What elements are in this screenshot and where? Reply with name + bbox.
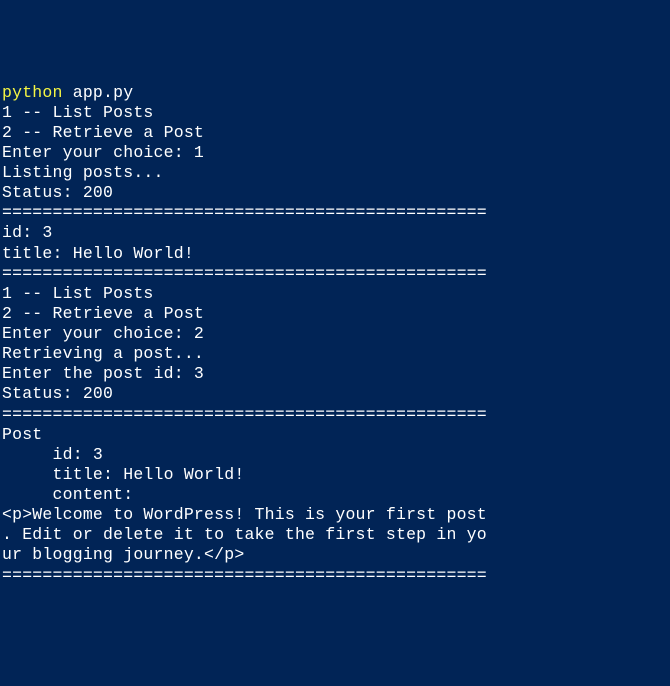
menu-option-2: 2 -- Retrieve a Post xyxy=(2,304,670,324)
post-detail-id: id: 3 xyxy=(2,445,670,465)
command-line: python app.py xyxy=(2,83,670,103)
choice-prompt: Enter your choice: 2 xyxy=(2,324,670,344)
divider-line: ========================================… xyxy=(2,405,670,425)
command-argument: app.py xyxy=(63,83,134,102)
listing-status: Listing posts... xyxy=(2,163,670,183)
post-title: title: Hello World! xyxy=(2,244,670,264)
post-id-prompt: Enter the post id: 3 xyxy=(2,364,670,384)
post-detail-content-label: content: xyxy=(2,485,670,505)
menu-option-1: 1 -- List Posts xyxy=(2,284,670,304)
divider-line: ========================================… xyxy=(2,203,670,223)
http-status: Status: 200 xyxy=(2,384,670,404)
command-executable: python xyxy=(2,83,63,102)
post-detail-title: title: Hello World! xyxy=(2,465,670,485)
post-content-line: <p>Welcome to WordPress! This is your fi… xyxy=(2,505,670,525)
menu-option-1: 1 -- List Posts xyxy=(2,103,670,123)
choice-prompt: Enter your choice: 1 xyxy=(2,143,670,163)
menu-option-2: 2 -- Retrieve a Post xyxy=(2,123,670,143)
post-content-line: ur blogging journey.</p> xyxy=(2,545,670,565)
post-header: Post xyxy=(2,425,670,445)
divider-line: ========================================… xyxy=(2,264,670,284)
retrieving-status: Retrieving a post... xyxy=(2,344,670,364)
http-status: Status: 200 xyxy=(2,183,670,203)
post-content-line: . Edit or delete it to take the first st… xyxy=(2,525,670,545)
divider-line: ========================================… xyxy=(2,566,670,586)
post-id: id: 3 xyxy=(2,223,670,243)
